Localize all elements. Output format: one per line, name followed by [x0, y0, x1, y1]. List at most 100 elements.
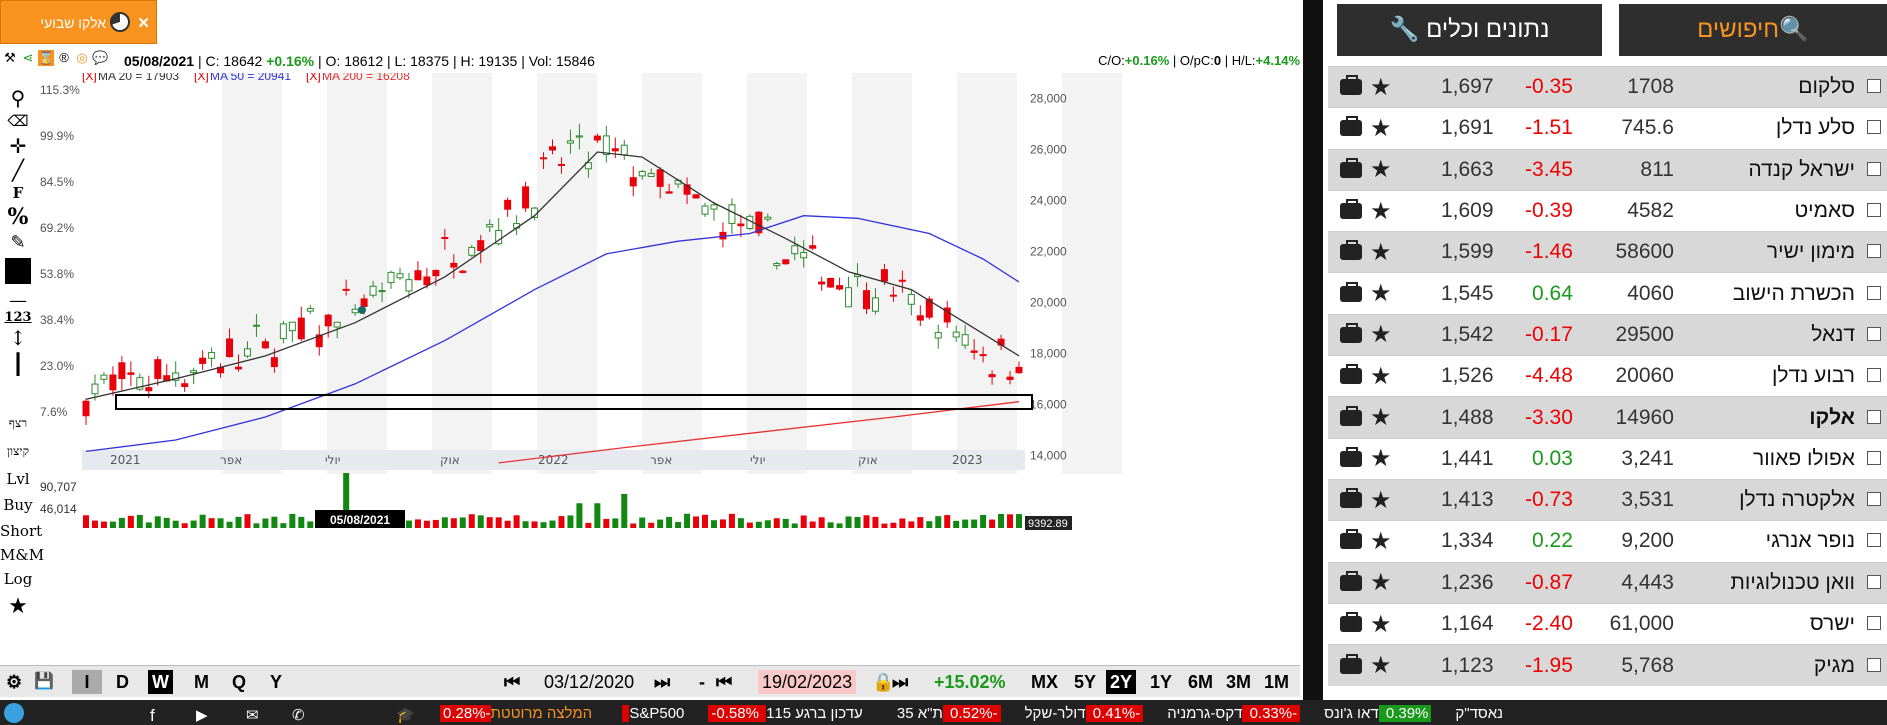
- tools-button[interactable]: נתונים וכלים 🔧: [1337, 4, 1602, 56]
- range-mx[interactable]: MX: [1027, 670, 1062, 694]
- end-date[interactable]: 19/02/2023: [758, 670, 857, 694]
- ticker-item[interactable]: -0.33% דקס-גרמניה: [1167, 705, 1301, 722]
- star-icon[interactable]: ★: [1370, 362, 1392, 391]
- ticker-item[interactable]: -0.52% ת"א 35: [897, 705, 1001, 722]
- range-2y[interactable]: 2Y: [1106, 670, 1137, 694]
- portfolio-icon[interactable]: [1340, 281, 1362, 302]
- stock-name[interactable]: אלקטרה נדלן: [1680, 479, 1861, 520]
- vertical-measure-icon[interactable]: ↕: [0, 326, 36, 350]
- star-icon[interactable]: ★: [1370, 444, 1392, 473]
- chart-svg[interactable]: [X] MA 20 = 17903 [X] MA 50 = 20941 [X] MA 20…: [40, 69, 1300, 648]
- star-icon[interactable]: ★: [1370, 486, 1392, 515]
- short-tool[interactable]: Short: [0, 522, 42, 540]
- portfolio-icon[interactable]: [1340, 75, 1362, 96]
- share-icon[interactable]: ⋖: [20, 50, 36, 66]
- range-1y[interactable]: 1Y: [1146, 670, 1176, 694]
- eraser-icon[interactable]: ⌫: [0, 112, 36, 130]
- stock-row[interactable]: ★ 1,413 -0.73 3,531 אלקטרה נדלן: [1328, 479, 1887, 521]
- search-button[interactable]: 🔍חיפושים: [1619, 4, 1887, 56]
- star-icon[interactable]: ★: [1370, 73, 1392, 102]
- row-checkbox[interactable]: [1861, 67, 1887, 108]
- save-icon[interactable]: 💾: [30, 670, 58, 694]
- star-icon[interactable]: ★: [1370, 651, 1392, 680]
- first-icon[interactable]: ⏮: [500, 670, 524, 694]
- stock-row[interactable]: ★ 1,123 -1.95 5,768 מגיק: [1328, 644, 1887, 686]
- candle-tool-icon[interactable]: ┃: [0, 352, 36, 376]
- stock-name[interactable]: הכשרת הישוב: [1680, 273, 1861, 314]
- ticker-item[interactable]: עדכון ברגע 115: [766, 705, 873, 722]
- social-icon[interactable]: [4, 703, 24, 723]
- portfolio-icon[interactable]: [1340, 116, 1362, 137]
- freq-m[interactable]: M: [190, 670, 213, 694]
- stock-name[interactable]: אלקו: [1680, 397, 1861, 438]
- portfolio-icon[interactable]: [1340, 199, 1362, 220]
- extreme-tool[interactable]: קיצון: [0, 444, 36, 459]
- freq-d[interactable]: D: [112, 670, 133, 694]
- row-checkbox[interactable]: [1861, 645, 1887, 686]
- star-icon[interactable]: ★: [1370, 568, 1392, 597]
- edit-icon[interactable]: ✎: [0, 232, 36, 253]
- row-checkbox[interactable]: [1861, 603, 1887, 644]
- portfolio-icon[interactable]: [1340, 322, 1362, 343]
- settings-icon[interactable]: ⚙: [2, 670, 26, 694]
- facebook-icon[interactable]: f: [150, 706, 155, 725]
- row-checkbox[interactable]: [1861, 479, 1887, 520]
- portfolio-icon[interactable]: [1340, 570, 1362, 591]
- stock-row[interactable]: ★ 1,697 -0.35 1708 סלקום: [1328, 66, 1887, 108]
- line-tool-icon[interactable]: ╱: [0, 158, 36, 182]
- hline-icon[interactable]: —: [0, 290, 36, 311]
- star-icon[interactable]: ★: [1370, 610, 1392, 639]
- row-checkbox[interactable]: [1861, 314, 1887, 355]
- range-3m[interactable]: 3M: [1222, 670, 1255, 694]
- range-6m[interactable]: 6M: [1184, 670, 1217, 694]
- stock-row[interactable]: ★ 1,236 -0.87 4,443 וואן טכנולוגיות: [1328, 562, 1887, 604]
- row-checkbox[interactable]: [1861, 397, 1887, 438]
- buy-tool[interactable]: Buy: [0, 496, 36, 514]
- portfolio-icon[interactable]: [1340, 488, 1362, 509]
- stock-name[interactable]: סלע נדלן: [1680, 108, 1861, 149]
- stock-row[interactable]: ★ 1,334 0.22 9,200 נופר אנרגי: [1328, 520, 1887, 563]
- star-icon[interactable]: ★: [1370, 279, 1392, 308]
- ticker-item[interactable]: המלצה מרוטטת: [491, 705, 599, 722]
- stock-row[interactable]: ★ 1,488 -3.30 14960 אלקו: [1328, 396, 1887, 439]
- numbers-tool[interactable]: 123: [0, 310, 36, 325]
- stock-row[interactable]: ★ 1,542 -0.17 29500 דנאל: [1328, 314, 1887, 356]
- star-icon[interactable]: ★: [0, 594, 36, 619]
- zoom-icon[interactable]: ⚲: [0, 86, 36, 110]
- freq-y[interactable]: Y: [266, 670, 286, 694]
- freq-w[interactable]: W: [148, 670, 173, 694]
- portfolio-icon[interactable]: [1340, 405, 1362, 426]
- prev-icon[interactable]: ⏮: [712, 670, 736, 694]
- next-icon[interactable]: ⏭: [650, 670, 674, 694]
- stock-row[interactable]: ★ 1,526 -4.48 20060 רבוע נדלן: [1328, 355, 1887, 397]
- ticker-item[interactable]: 0.39% דאו ג'ונס: [1324, 705, 1432, 722]
- chart-tab[interactable]: ✕ אלקו שבועי: [0, 0, 157, 44]
- target-icon[interactable]: ◎: [74, 50, 90, 66]
- row-checkbox[interactable]: [1861, 190, 1887, 231]
- star-icon[interactable]: ★: [1370, 114, 1392, 143]
- phone-icon[interactable]: ✆: [292, 706, 305, 724]
- crosshair-icon[interactable]: ✛: [0, 134, 36, 158]
- color-picker[interactable]: [0, 258, 36, 288]
- star-icon[interactable]: ★: [1370, 403, 1392, 432]
- stock-row[interactable]: ★ 1,663 -3.45 811 ישראל קנדה: [1328, 149, 1887, 191]
- comment-icon[interactable]: 💬: [92, 50, 108, 66]
- row-checkbox[interactable]: [1861, 108, 1887, 149]
- row-checkbox[interactable]: [1861, 438, 1887, 479]
- freq-i[interactable]: I: [72, 670, 102, 694]
- ticker-item[interactable]: -0.41% דולר-שקל: [1025, 705, 1144, 722]
- stock-name[interactable]: מגיק: [1680, 645, 1861, 686]
- row-checkbox[interactable]: [1861, 149, 1887, 190]
- start-date[interactable]: 03/12/2020: [540, 670, 638, 694]
- close-icon[interactable]: ✕: [137, 14, 150, 32]
- range-5y[interactable]: 5Y: [1070, 670, 1100, 694]
- last-icon[interactable]: ⏭: [888, 670, 912, 694]
- cap-icon[interactable]: 🎓: [396, 706, 415, 724]
- price-chart[interactable]: [X] MA 20 = 17903 [X] MA 50 = 20941 [X] MA 20…: [40, 69, 1300, 648]
- stock-row[interactable]: ★ 1,599 -1.46 58600 מימון ישיר: [1328, 231, 1887, 273]
- freq-q[interactable]: Q: [228, 670, 250, 694]
- stock-name[interactable]: סלקום: [1680, 67, 1861, 108]
- portfolio-icon[interactable]: [1340, 446, 1362, 467]
- range-1m[interactable]: 1M: [1260, 670, 1293, 694]
- fib-tool[interactable]: F: [0, 184, 36, 202]
